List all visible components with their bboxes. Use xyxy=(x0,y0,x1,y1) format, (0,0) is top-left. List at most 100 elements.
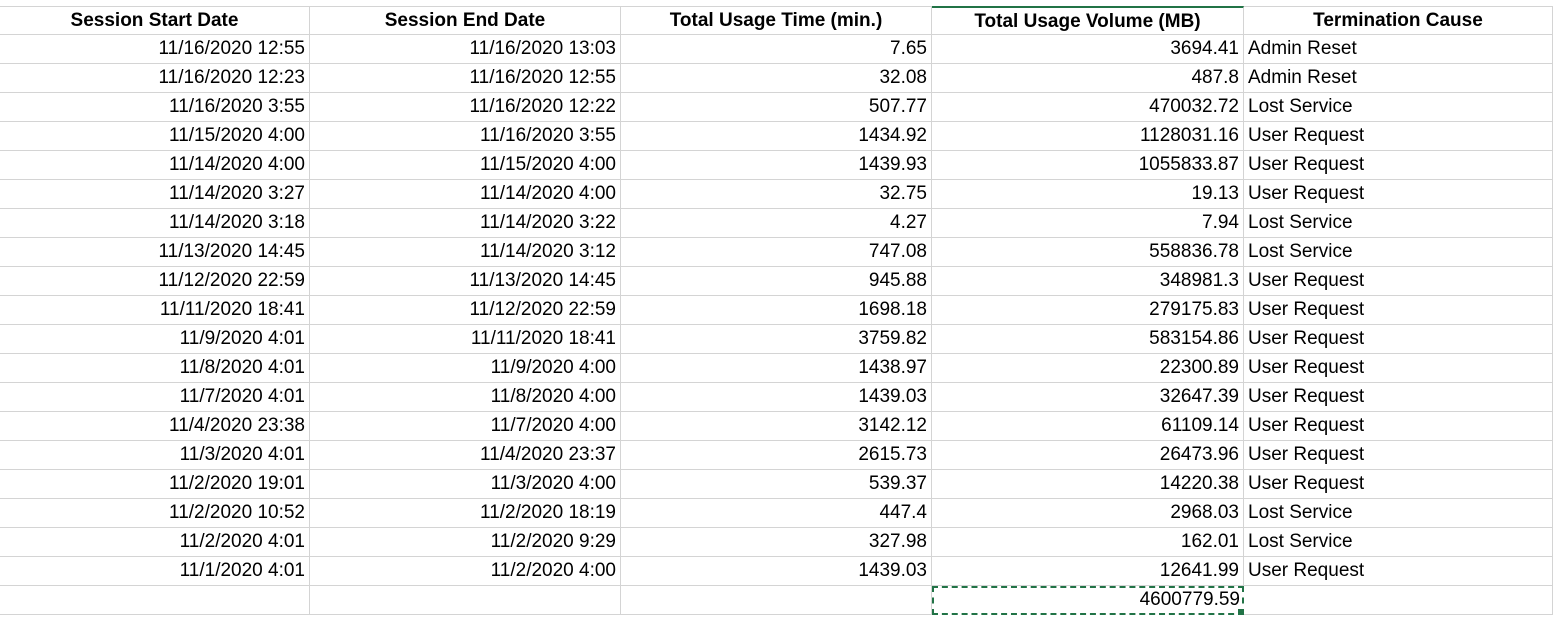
session-end-cell[interactable]: 11/9/2020 4:00 xyxy=(310,354,621,383)
usage-time-cell[interactable]: 539.37 xyxy=(621,470,932,499)
session-end-cell[interactable]: 11/14/2020 4:00 xyxy=(310,180,621,209)
session-start-cell[interactable]: 11/2/2020 4:01 xyxy=(0,528,310,557)
usage-volume-cell[interactable]: 19.13 xyxy=(932,180,1244,209)
header-usage-volume[interactable]: Total Usage Volume (MB) xyxy=(932,6,1244,35)
usage-time-cell[interactable]: 7.65 xyxy=(621,35,932,64)
session-start-cell[interactable]: 11/9/2020 4:01 xyxy=(0,325,310,354)
termination-cause-cell[interactable]: User Request xyxy=(1244,354,1553,383)
usage-volume-cell[interactable]: 2968.03 xyxy=(932,499,1244,528)
usage-time-cell[interactable]: 1439.93 xyxy=(621,151,932,180)
usage-volume-cell[interactable]: 22300.89 xyxy=(932,354,1244,383)
usage-volume-cell[interactable]: 162.01 xyxy=(932,528,1244,557)
usage-time-cell[interactable]: 1438.97 xyxy=(621,354,932,383)
header-termination-cause[interactable]: Termination Cause xyxy=(1244,6,1553,35)
termination-cause-cell[interactable]: User Request xyxy=(1244,296,1553,325)
session-start-cell[interactable]: 11/8/2020 4:01 xyxy=(0,354,310,383)
empty-cell[interactable] xyxy=(0,586,310,615)
usage-volume-cell[interactable]: 61109.14 xyxy=(932,412,1244,441)
usage-volume-cell[interactable]: 3694.41 xyxy=(932,35,1244,64)
session-start-cell[interactable]: 11/11/2020 18:41 xyxy=(0,296,310,325)
termination-cause-cell[interactable]: Lost Service xyxy=(1244,528,1553,557)
usage-time-cell[interactable]: 32.75 xyxy=(621,180,932,209)
usage-volume-cell[interactable]: 26473.96 xyxy=(932,441,1244,470)
usage-volume-cell[interactable]: 1128031.16 xyxy=(932,122,1244,151)
usage-volume-cell[interactable]: 7.94 xyxy=(932,209,1244,238)
termination-cause-cell[interactable]: User Request xyxy=(1244,441,1553,470)
termination-cause-cell[interactable]: User Request xyxy=(1244,325,1553,354)
session-start-cell[interactable]: 11/2/2020 10:52 xyxy=(0,499,310,528)
usage-time-cell[interactable]: 3142.12 xyxy=(621,412,932,441)
header-session-end[interactable]: Session End Date xyxy=(310,6,621,35)
termination-cause-cell[interactable]: Admin Reset xyxy=(1244,35,1553,64)
session-start-cell[interactable]: 11/2/2020 19:01 xyxy=(0,470,310,499)
session-end-cell[interactable]: 11/16/2020 12:55 xyxy=(310,64,621,93)
session-start-cell[interactable]: 11/16/2020 3:55 xyxy=(0,93,310,122)
usage-volume-cell[interactable]: 470032.72 xyxy=(932,93,1244,122)
usage-time-cell[interactable]: 3759.82 xyxy=(621,325,932,354)
session-end-cell[interactable]: 11/14/2020 3:22 xyxy=(310,209,621,238)
termination-cause-cell[interactable]: User Request xyxy=(1244,122,1553,151)
usage-volume-cell[interactable]: 348981.3 xyxy=(932,267,1244,296)
header-session-start[interactable]: Session Start Date xyxy=(0,6,310,35)
session-end-cell[interactable]: 11/8/2020 4:00 xyxy=(310,383,621,412)
termination-cause-cell[interactable]: User Request xyxy=(1244,383,1553,412)
session-start-cell[interactable]: 11/14/2020 3:27 xyxy=(0,180,310,209)
usage-volume-cell[interactable]: 558836.78 xyxy=(932,238,1244,267)
usage-time-cell[interactable]: 2615.73 xyxy=(621,441,932,470)
session-start-cell[interactable]: 11/7/2020 4:01 xyxy=(0,383,310,412)
session-end-cell[interactable]: 11/4/2020 23:37 xyxy=(310,441,621,470)
session-end-cell[interactable]: 11/16/2020 13:03 xyxy=(310,35,621,64)
session-end-cell[interactable]: 11/2/2020 4:00 xyxy=(310,557,621,586)
session-end-cell[interactable]: 11/12/2020 22:59 xyxy=(310,296,621,325)
termination-cause-cell[interactable]: Lost Service xyxy=(1244,209,1553,238)
usage-time-cell[interactable]: 1698.18 xyxy=(621,296,932,325)
termination-cause-cell[interactable]: User Request xyxy=(1244,180,1553,209)
session-end-cell[interactable]: 11/11/2020 18:41 xyxy=(310,325,621,354)
usage-volume-cell[interactable]: 279175.83 xyxy=(932,296,1244,325)
termination-cause-cell[interactable]: User Request xyxy=(1244,151,1553,180)
usage-time-cell[interactable]: 32.08 xyxy=(621,64,932,93)
termination-cause-cell[interactable]: Lost Service xyxy=(1244,238,1553,267)
empty-cell[interactable] xyxy=(310,586,621,615)
usage-time-cell[interactable]: 1434.92 xyxy=(621,122,932,151)
total-usage-volume-cell-selected[interactable]: 4600779.59 xyxy=(932,586,1244,615)
session-start-cell[interactable]: 11/1/2020 4:01 xyxy=(0,557,310,586)
session-start-cell[interactable]: 11/16/2020 12:55 xyxy=(0,35,310,64)
usage-time-cell[interactable]: 747.08 xyxy=(621,238,932,267)
header-usage-time[interactable]: Total Usage Time (min.) xyxy=(621,6,932,35)
termination-cause-cell[interactable]: Admin Reset xyxy=(1244,64,1553,93)
session-start-cell[interactable]: 11/4/2020 23:38 xyxy=(0,412,310,441)
session-start-cell[interactable]: 11/12/2020 22:59 xyxy=(0,267,310,296)
termination-cause-cell[interactable]: Lost Service xyxy=(1244,93,1553,122)
session-end-cell[interactable]: 11/2/2020 18:19 xyxy=(310,499,621,528)
termination-cause-cell[interactable]: User Request xyxy=(1244,470,1553,499)
session-end-cell[interactable]: 11/14/2020 3:12 xyxy=(310,238,621,267)
usage-time-cell[interactable]: 507.77 xyxy=(621,93,932,122)
termination-cause-cell[interactable]: User Request xyxy=(1244,557,1553,586)
termination-cause-cell[interactable]: Lost Service xyxy=(1244,499,1553,528)
usage-volume-cell[interactable]: 32647.39 xyxy=(932,383,1244,412)
usage-time-cell[interactable]: 945.88 xyxy=(621,267,932,296)
session-start-cell[interactable]: 11/3/2020 4:01 xyxy=(0,441,310,470)
session-end-cell[interactable]: 11/2/2020 9:29 xyxy=(310,528,621,557)
session-start-cell[interactable]: 11/16/2020 12:23 xyxy=(0,64,310,93)
session-start-cell[interactable]: 11/14/2020 3:18 xyxy=(0,209,310,238)
usage-volume-cell[interactable]: 12641.99 xyxy=(932,557,1244,586)
session-end-cell[interactable]: 11/15/2020 4:00 xyxy=(310,151,621,180)
session-end-cell[interactable]: 11/3/2020 4:00 xyxy=(310,470,621,499)
session-end-cell[interactable]: 11/7/2020 4:00 xyxy=(310,412,621,441)
usage-volume-cell[interactable]: 14220.38 xyxy=(932,470,1244,499)
session-end-cell[interactable]: 11/13/2020 14:45 xyxy=(310,267,621,296)
empty-cell[interactable] xyxy=(1244,586,1553,615)
usage-time-cell[interactable]: 1439.03 xyxy=(621,557,932,586)
usage-time-cell[interactable]: 447.4 xyxy=(621,499,932,528)
usage-volume-cell[interactable]: 1055833.87 xyxy=(932,151,1244,180)
usage-time-cell[interactable]: 4.27 xyxy=(621,209,932,238)
usage-time-cell[interactable]: 327.98 xyxy=(621,528,932,557)
usage-volume-cell[interactable]: 583154.86 xyxy=(932,325,1244,354)
session-start-cell[interactable]: 11/13/2020 14:45 xyxy=(0,238,310,267)
session-start-cell[interactable]: 11/15/2020 4:00 xyxy=(0,122,310,151)
termination-cause-cell[interactable]: User Request xyxy=(1244,267,1553,296)
session-end-cell[interactable]: 11/16/2020 3:55 xyxy=(310,122,621,151)
session-start-cell[interactable]: 11/14/2020 4:00 xyxy=(0,151,310,180)
